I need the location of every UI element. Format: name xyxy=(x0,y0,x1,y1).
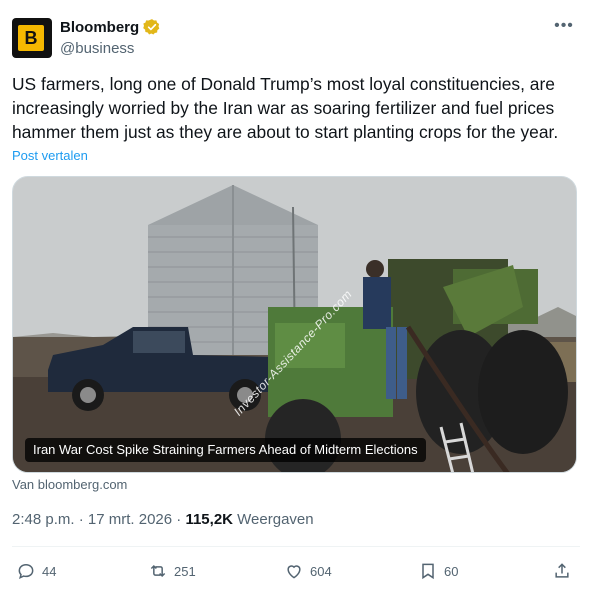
divider xyxy=(12,546,580,547)
avatar[interactable]: B xyxy=(12,18,52,58)
views-label: Weergaven xyxy=(237,511,314,528)
name-row: Bloomberg xyxy=(60,18,161,36)
avatar-logo: B xyxy=(18,25,44,51)
share-icon xyxy=(555,563,569,578)
like-button[interactable]: 604 xyxy=(284,556,332,586)
timestamp-date[interactable]: 17 mrt. 2026 xyxy=(88,511,172,528)
card-source[interactable]: Van bloomberg.com xyxy=(12,477,127,492)
verified-badge-icon[interactable] xyxy=(143,18,161,36)
action-bar: 44 251 604 60 xyxy=(12,556,580,586)
reply-button[interactable]: 44 xyxy=(16,556,56,586)
repost-button[interactable]: 251 xyxy=(148,556,196,586)
display-name[interactable]: Bloomberg xyxy=(60,19,139,36)
tweet-meta: 2:48 p.m. · 17 mrt. 2026 · 115,2K Weerga… xyxy=(12,511,314,528)
views-count[interactable]: 115,2K xyxy=(185,511,233,528)
bookmark-count: 60 xyxy=(444,563,459,579)
bookmark-icon xyxy=(422,563,434,580)
handle[interactable]: @business xyxy=(60,40,134,57)
share-button[interactable] xyxy=(552,556,572,586)
tweet-header: B Bloomberg @business ••• xyxy=(12,12,580,60)
meta-separator: · xyxy=(78,511,84,528)
bookmark-button[interactable]: 60 xyxy=(418,556,458,586)
link-card[interactable]: Investor-Assistance-Pro.com Iran War Cos… xyxy=(12,176,577,473)
translate-link[interactable]: Post vertalen xyxy=(12,148,88,163)
reply-count: 44 xyxy=(42,563,57,579)
card-image xyxy=(13,177,576,472)
meta-separator: · xyxy=(176,511,182,528)
repost-count: 251 xyxy=(174,563,196,579)
card-caption[interactable]: Iran War Cost Spike Straining Farmers Ah… xyxy=(25,438,426,462)
heart-icon xyxy=(287,565,301,579)
more-options-icon[interactable]: ••• xyxy=(552,16,576,40)
tweet-text: US farmers, long one of Donald Trump’s m… xyxy=(12,74,559,142)
reply-icon xyxy=(18,563,34,580)
like-count: 604 xyxy=(310,563,332,579)
timestamp-time[interactable]: 2:48 p.m. xyxy=(12,511,75,528)
repost-icon xyxy=(150,564,166,578)
